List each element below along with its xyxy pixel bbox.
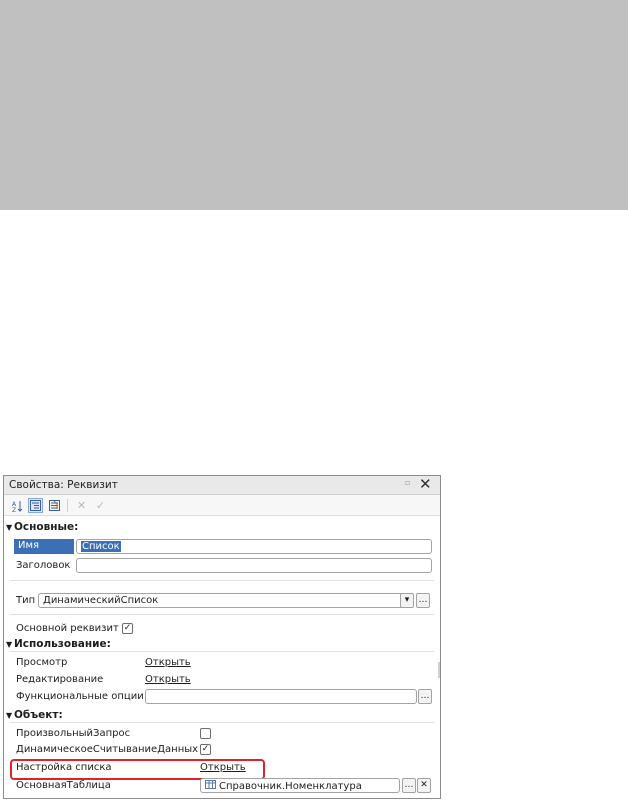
divider <box>10 651 434 652</box>
edit-open-link[interactable]: Открыть <box>145 674 191 685</box>
section-object-label: Объект: <box>14 709 63 721</box>
main-table-select-button[interactable]: … <box>402 778 416 793</box>
toolbar: AZ ✕ ✓ <box>4 495 440 516</box>
top-gray-band <box>0 0 628 210</box>
highlight-box <box>10 759 265 780</box>
properties-panel: Свойства: Реквизит ▫ ✕ AZ ✕ ✓ ▼ Основные:… <box>3 475 441 799</box>
ellipsis-icon: … <box>420 691 430 701</box>
collapse-triangle-icon[interactable]: ▼ <box>6 523 14 532</box>
ellipsis-icon: … <box>404 780 414 790</box>
collapse-triangle-icon[interactable]: ▼ <box>6 640 14 649</box>
clear-icon: ✕ <box>420 780 428 790</box>
type-label: Тип <box>16 595 36 606</box>
type-value: ДинамическийСписок <box>43 595 159 606</box>
main-table-field[interactable]: Справочник.Номенклатура <box>200 778 400 793</box>
sort-az-icon[interactable]: AZ <box>10 498 25 513</box>
functional-options-label: Функциональные опции <box>16 691 144 702</box>
section-usage[interactable]: ▼ Использование: <box>6 638 111 650</box>
edit-label: Редактирование <box>16 674 104 685</box>
main-attribute-checkbox[interactable]: ✓ <box>122 623 133 634</box>
name-label: Имя <box>14 539 74 554</box>
header-field[interactable] <box>76 558 432 573</box>
svg-text:Z: Z <box>12 507 16 512</box>
check-icon[interactable]: ✓ <box>93 498 108 513</box>
close-icon[interactable]: ✕ <box>419 475 432 493</box>
scrollbar[interactable] <box>438 662 440 678</box>
custom-query-label: ПроизвольныйЗапрос <box>16 728 131 739</box>
window-title: Свойства: Реквизит <box>9 479 118 491</box>
dynamic-read-checkbox[interactable]: ✓ <box>200 744 211 755</box>
toolbar-separator <box>67 499 68 512</box>
section-basic[interactable]: ▼ Основные: <box>6 521 78 533</box>
table-icon <box>205 780 216 792</box>
categories-icon[interactable] <box>28 498 43 513</box>
type-dropdown-button[interactable]: ▾ <box>400 593 414 608</box>
divider <box>10 722 434 723</box>
main-table-clear-button[interactable]: ✕ <box>417 778 431 793</box>
main-attribute-label: Основной реквизит <box>16 623 119 634</box>
main-table-label: ОсновнаяТаблица <box>16 780 111 791</box>
divider <box>10 580 434 581</box>
main-table-value: Справочник.Номенклатура <box>219 781 362 792</box>
custom-query-checkbox[interactable] <box>200 728 211 739</box>
title-bar: Свойства: Реквизит ▫ ✕ <box>4 475 440 495</box>
name-field[interactable]: Список <box>76 539 432 554</box>
header-label: Заголовок <box>16 560 71 571</box>
type-field[interactable]: ДинамическийСписок <box>38 593 412 608</box>
section-basic-label: Основные: <box>14 521 79 533</box>
section-usage-label: Использование: <box>14 638 111 650</box>
dynamic-read-label: ДинамическоеСчитываниеДанных <box>16 744 199 755</box>
filter-icon[interactable] <box>47 498 62 513</box>
dropdown-arrow-icon: ▾ <box>404 595 410 605</box>
view-label: Просмотр <box>16 657 68 668</box>
ellipsis-icon: … <box>418 595 428 605</box>
collapse-triangle-icon[interactable]: ▼ <box>6 711 14 720</box>
type-select-button[interactable]: … <box>416 593 430 608</box>
divider <box>10 614 434 615</box>
functional-options-field[interactable] <box>145 689 417 704</box>
delete-icon[interactable]: ✕ <box>74 498 89 513</box>
pin-icon[interactable]: ▫ <box>405 478 410 487</box>
functional-options-select-button[interactable]: … <box>418 689 432 704</box>
section-object[interactable]: ▼ Объект: <box>6 709 63 721</box>
name-value: Список <box>81 541 121 552</box>
view-open-link[interactable]: Открыть <box>145 657 191 668</box>
